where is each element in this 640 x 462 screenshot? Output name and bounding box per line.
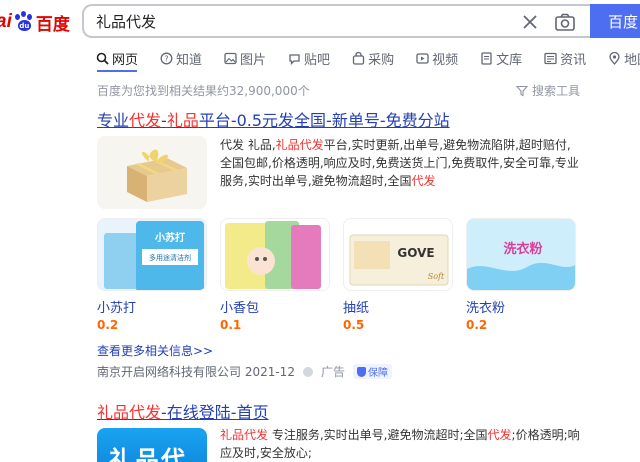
tab-video[interactable]: 视频 xyxy=(416,47,458,69)
product-image-detergent: 洗衣粉 xyxy=(466,218,576,291)
filter-icon xyxy=(515,85,529,97)
tab-web[interactable]: 网页 xyxy=(96,47,138,69)
tab-purchase[interactable]: 采购 xyxy=(352,47,394,69)
tab-wenku[interactable]: 文库 xyxy=(480,47,522,69)
video-icon xyxy=(416,52,429,65)
product-name: 小苏打 xyxy=(97,301,137,316)
tab-news[interactable]: 资讯 xyxy=(544,47,586,69)
product-image-sachet xyxy=(220,218,330,291)
tab-zhidao[interactable]: ? 知道 xyxy=(160,47,202,69)
product-image-tissue: GOVE Soft xyxy=(343,218,453,291)
product-card[interactable]: 小苏打 多用途清洁剂 小苏打 0.2 xyxy=(97,218,207,332)
tab-tieba[interactable]: 贴吧 xyxy=(288,47,330,69)
paw-icon: du xyxy=(13,11,35,33)
svg-text:Soft: Soft xyxy=(428,272,445,281)
result-title[interactable]: 礼品代发-在线登陆-首页 xyxy=(97,399,269,423)
product-price: 0.5 xyxy=(343,318,365,332)
svg-text:小苏打: 小苏打 xyxy=(154,231,185,244)
result-count: 百度为您找到相关结果约32,900,000个 xyxy=(97,84,310,98)
guarantee-badge[interactable]: 保障 xyxy=(352,364,392,379)
tab-images[interactable]: 图片 xyxy=(224,47,266,69)
product-card[interactable]: 洗衣粉 洗衣粉 0.2 xyxy=(466,218,576,332)
baidu-search-page: ai du 百度 百度一 网页 ? 知道 图片 xyxy=(0,0,640,462)
logo-fragment: ai xyxy=(0,11,12,32)
result-description: 礼品代发 专注服务,实时出单号,避免物流超时;全国代发;价格透明;响应及时,安全… xyxy=(220,428,580,460)
product-name: 抽纸 xyxy=(343,301,370,316)
product-price: 0.2 xyxy=(466,318,488,332)
dropdown-icon[interactable] xyxy=(302,366,313,377)
more-info-link[interactable]: 查看更多相关信息>> xyxy=(97,342,213,359)
tab-map[interactable]: 地图 xyxy=(608,47,640,69)
result-description: 代发 礼品,礼品代发平台,实时更新,出单号,避免物流陷阱,超时赔付,全国包邮,价… xyxy=(220,138,579,188)
result-title[interactable]: 专业代发-礼品平台-0.5元发全国-新单号-免费分站 xyxy=(97,107,450,131)
question-icon: ? xyxy=(160,52,173,65)
product-cards: 小苏打 多用途清洁剂 小苏打 0.2 小香包 0.1 GOVE Soft 抽纸 … xyxy=(97,218,589,332)
search-tabs: 网页 ? 知道 图片 贴吧 采购 视频 文库 资讯 地 xyxy=(96,47,640,69)
active-tab-indicator xyxy=(97,70,137,72)
product-card[interactable]: 小香包 0.1 xyxy=(220,218,330,332)
search-tools-button[interactable]: 搜索工具 xyxy=(515,82,580,99)
product-price: 0.1 xyxy=(220,318,242,332)
ad-label: 广告 xyxy=(320,365,345,379)
product-name: 洗衣粉 xyxy=(466,301,506,316)
camera-icon[interactable] xyxy=(554,12,576,32)
product-image-soda: 小苏打 多用途清洁剂 xyxy=(97,218,207,291)
source-text: 南京开启网络科技有限公司 2021-12 xyxy=(97,365,295,379)
image-icon xyxy=(224,52,237,65)
result-thumbnail[interactable]: 礼品代发 xyxy=(97,428,207,462)
shopping-icon xyxy=(352,51,365,65)
svg-text:?: ? xyxy=(164,54,168,63)
gift-box-image[interactable] xyxy=(97,136,207,209)
clear-icon[interactable] xyxy=(520,12,540,32)
source-line: 南京开启网络科技有限公司 2021-12 广告 保障 xyxy=(97,363,392,380)
product-name: 小香包 xyxy=(220,301,260,316)
logo-text: 百度 xyxy=(35,14,70,35)
search-button[interactable]: 百度一 xyxy=(590,4,640,52)
shield-icon xyxy=(356,366,366,377)
search-box xyxy=(82,4,590,38)
svg-text:多用途清洁剂: 多用途清洁剂 xyxy=(149,253,191,262)
tieba-icon xyxy=(288,52,301,65)
news-icon xyxy=(544,52,557,65)
map-pin-icon xyxy=(608,51,621,65)
product-price: 0.2 xyxy=(97,318,119,332)
svg-text:GOVE: GOVE xyxy=(397,246,434,260)
product-card[interactable]: GOVE Soft 抽纸 0.5 xyxy=(343,218,453,332)
search-input[interactable] xyxy=(96,12,496,30)
svg-text:洗衣粉: 洗衣粉 xyxy=(503,241,542,257)
search-icon xyxy=(96,52,109,65)
document-icon xyxy=(480,51,493,65)
baidu-logo[interactable]: ai du 百度 xyxy=(0,8,70,36)
